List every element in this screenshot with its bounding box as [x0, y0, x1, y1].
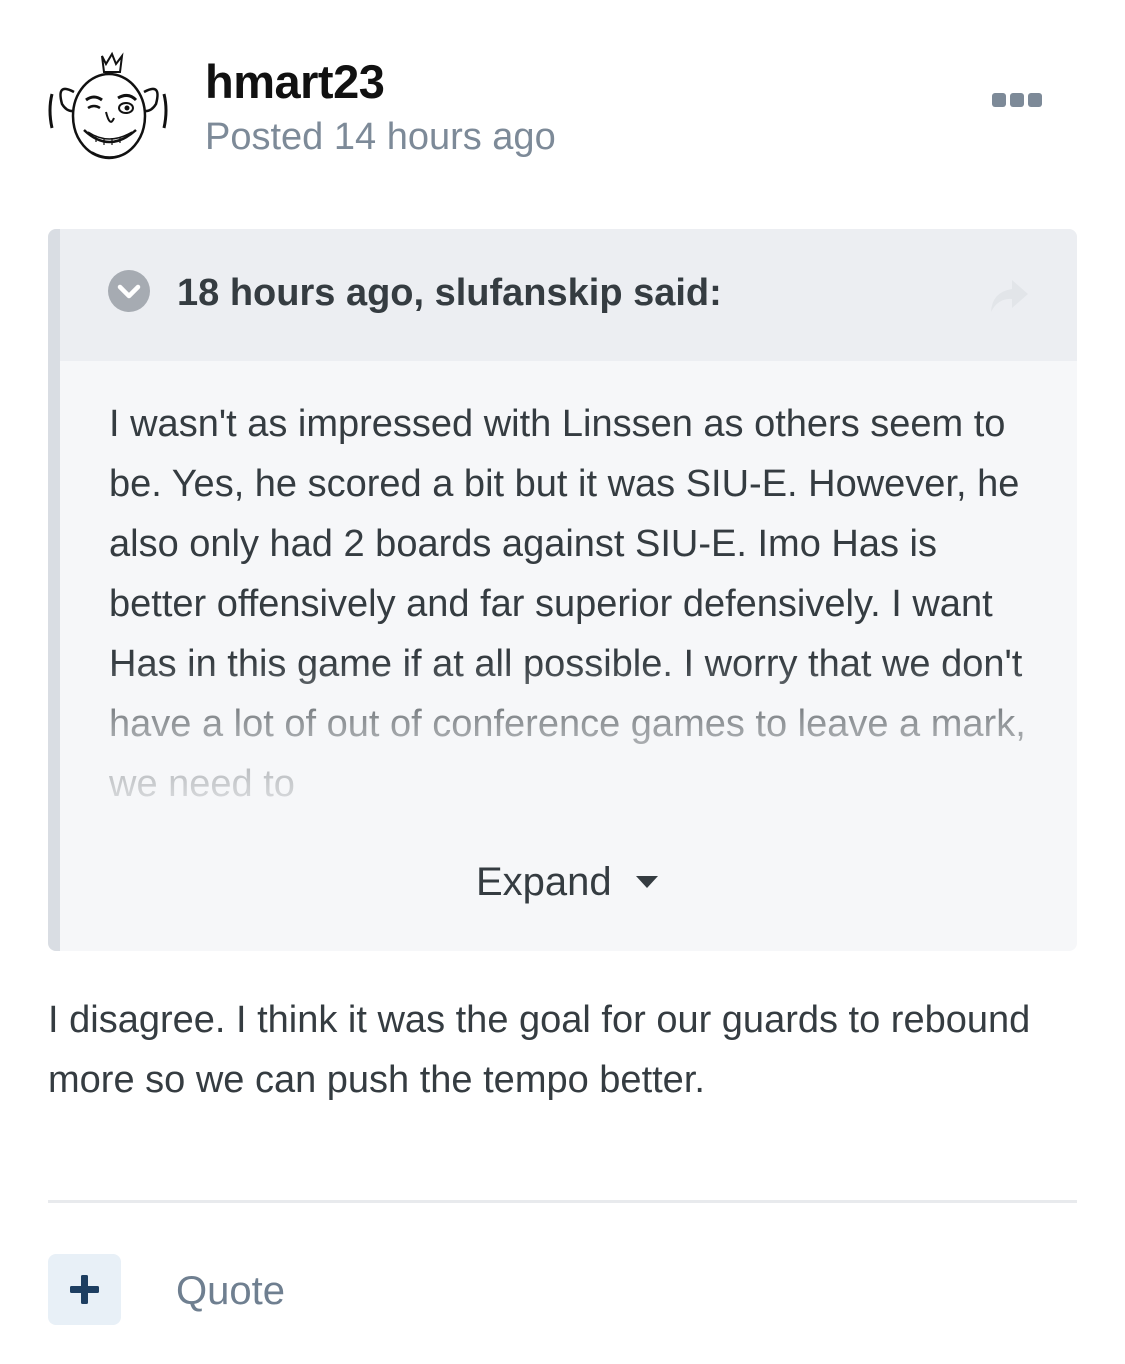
quote-paragraph: I wasn't as impressed with Linssen as ot…: [109, 403, 1026, 805]
goblin-avatar-icon: [48, 51, 168, 160]
forum-post: hmart23 Posted 14 hours ago 18 hours ago…: [0, 0, 1125, 1364]
post-options-button[interactable]: [988, 84, 1046, 116]
share-arrow-icon[interactable]: [986, 276, 1032, 316]
quote-text: I wasn't as impressed with Linssen as ot…: [109, 394, 1044, 814]
expand-quote-button[interactable]: Expand: [476, 854, 660, 910]
ellipsis-icon: [992, 93, 1042, 107]
quote-citation[interactable]: 18 hours ago, slufanskip said:: [177, 268, 722, 318]
post-content: I disagree. I think it was the goal for …: [48, 999, 1031, 1101]
user-avatar[interactable]: [48, 48, 168, 166]
post-timestamp: Posted 14 hours ago: [205, 116, 556, 158]
multiquote-plus-button[interactable]: [48, 1254, 121, 1325]
expand-label: Expand: [476, 860, 612, 904]
quote-button[interactable]: Quote: [176, 1266, 285, 1316]
chevron-down-circle-icon[interactable]: [108, 270, 150, 312]
plus-icon: [70, 1275, 99, 1304]
quote-left-bar: [48, 229, 60, 951]
author-name[interactable]: hmart23: [205, 54, 385, 110]
caret-down-icon: [635, 876, 658, 888]
post-divider: [48, 1200, 1077, 1203]
